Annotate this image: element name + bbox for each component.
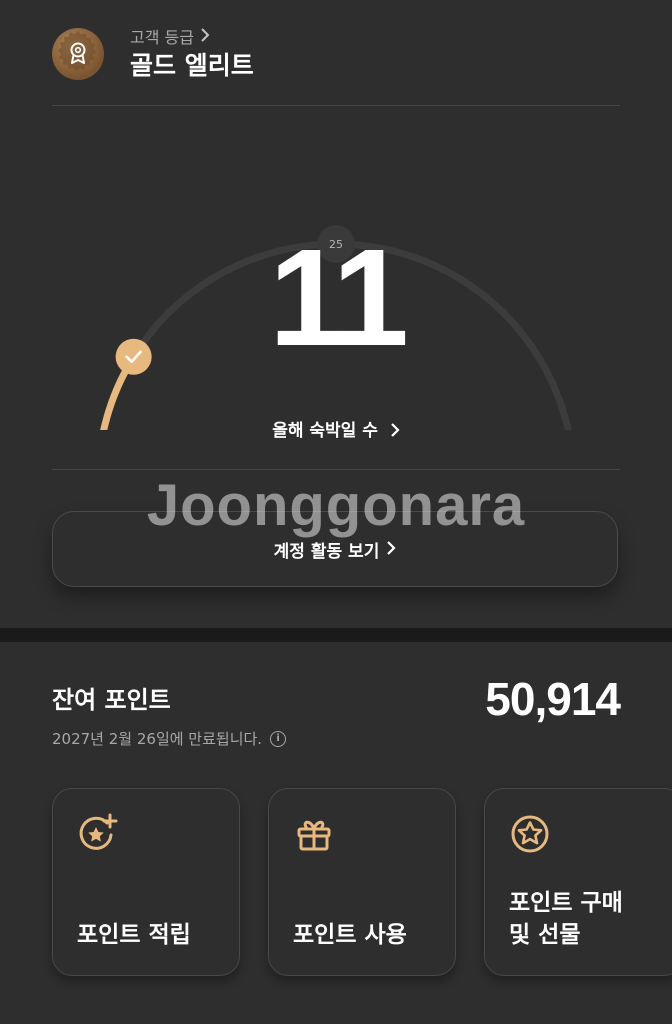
award-medal-icon (52, 28, 104, 80)
points-value: 50,914 (485, 673, 621, 725)
tier-name: 골드 엘리트 (130, 51, 254, 80)
tier-header[interactable]: 고객 등급 골드 엘리트 (52, 24, 622, 84)
earn-points-tile[interactable]: 포인트 적립 (52, 788, 240, 976)
chevron-right-icon (384, 421, 400, 441)
divider (52, 105, 620, 106)
info-icon[interactable]: i (270, 730, 287, 747)
points-label: 잔여 포인트 (52, 686, 171, 714)
stay-nights-label: 올해 숙박일 수 (272, 421, 378, 441)
tier-caption-text: 고객 등급 (130, 28, 194, 47)
account-activity-button[interactable]: 계정 활동 보기 (52, 511, 618, 587)
use-points-tile[interactable]: 포인트 사용 (268, 788, 456, 976)
use-points-label: 포인트 사용 (293, 922, 407, 948)
account-activity-label: 계정 활동 보기 (273, 541, 380, 562)
star-plus-icon (77, 813, 119, 859)
chevron-right-icon (379, 539, 396, 559)
buy-gift-points-tile[interactable]: 포인트 구매 및 선물 (484, 788, 672, 976)
points-expiry-text: 2027년 2월 26일에 만료됩니다. (52, 730, 263, 748)
points-section: 잔여 포인트 50,914 2027년 2월 26일에 만료됩니다. i 포인트… (0, 642, 672, 1024)
buy-gift-points-label: 포인트 구매 및 선물 (509, 890, 623, 948)
star-circle-icon (509, 813, 551, 859)
section-separator (0, 628, 672, 642)
tier-card: 고객 등급 골드 엘리트 2550 11 올해 숙박일 수 계정 활동 보기 J… (0, 0, 672, 628)
divider (52, 469, 620, 470)
gift-icon (293, 813, 335, 859)
stay-nights-link[interactable]: 올해 숙박일 수 (0, 416, 672, 441)
chevron-right-icon (200, 27, 210, 46)
tier-caption: 고객 등급 (130, 24, 210, 48)
earn-points-label: 포인트 적립 (77, 922, 191, 948)
stay-nights-count: 11 (269, 221, 409, 375)
points-expiry: 2027년 2월 26일에 만료됩니다. i (52, 728, 287, 749)
